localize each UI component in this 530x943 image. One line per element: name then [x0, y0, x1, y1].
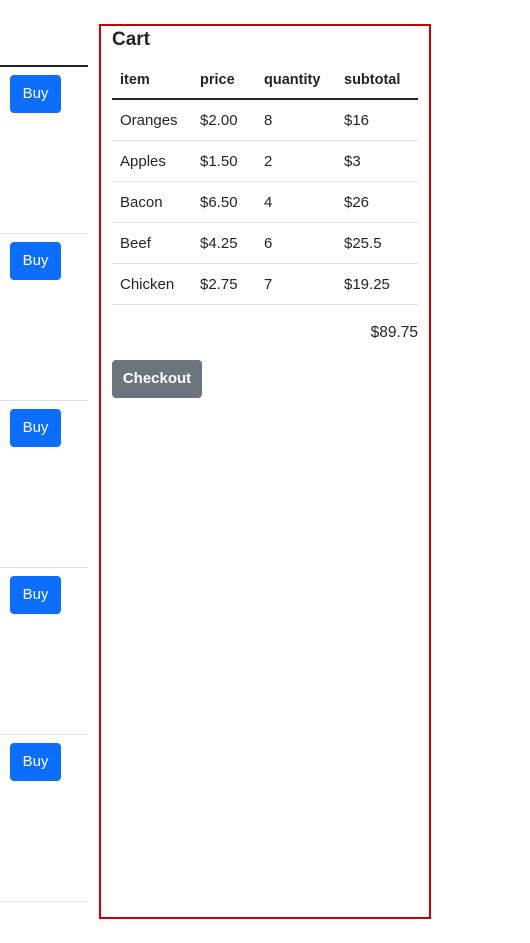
cell-subtotal: $26 [336, 181, 418, 223]
row-divider [0, 734, 88, 735]
table-row: Beef $4.25 6 $25.5 [112, 222, 418, 264]
column-header-price: price [192, 62, 256, 100]
cart-total: $89.75 [370, 324, 418, 341]
cell-price: $4.25 [192, 222, 256, 264]
cart-table: item price quantity subtotal Oranges $2.… [112, 62, 418, 305]
column-header-subtotal: subtotal [336, 62, 418, 100]
buy-button[interactable]: Buy [10, 743, 61, 781]
cell-price: $2.00 [192, 99, 256, 141]
table-row: Chicken $2.75 7 $19.25 [112, 263, 418, 305]
column-header-item: item [112, 62, 192, 100]
checkout-button[interactable]: Checkout [112, 360, 202, 398]
cell-subtotal: $3 [336, 140, 418, 182]
table-row: Oranges $2.00 8 $16 [112, 99, 418, 141]
row-divider [0, 400, 88, 401]
buy-button[interactable]: Buy [10, 75, 61, 113]
table-top-rule [0, 65, 88, 67]
table-row: Apples $1.50 2 $3 [112, 140, 418, 182]
cell-item: Beef [112, 222, 192, 264]
buy-button[interactable]: Buy [10, 242, 61, 280]
cell-quantity: 4 [256, 181, 336, 223]
cell-price: $2.75 [192, 263, 256, 305]
cell-subtotal: $16 [336, 99, 418, 141]
cell-quantity: 6 [256, 222, 336, 264]
cell-item: Bacon [112, 181, 192, 223]
cart-title: Cart [112, 29, 151, 50]
buy-button[interactable]: Buy [10, 409, 61, 447]
cell-item: Apples [112, 140, 192, 182]
cell-quantity: 8 [256, 99, 336, 141]
cell-quantity: 2 [256, 140, 336, 182]
cell-item: Chicken [112, 263, 192, 305]
row-divider [0, 567, 88, 568]
column-header-quantity: quantity [256, 62, 336, 100]
cell-price: $6.50 [192, 181, 256, 223]
cell-price: $1.50 [192, 140, 256, 182]
cell-subtotal: $25.5 [336, 222, 418, 264]
buy-button[interactable]: Buy [10, 576, 61, 614]
table-row: Bacon $6.50 4 $26 [112, 181, 418, 223]
row-divider [0, 901, 88, 902]
cell-subtotal: $19.25 [336, 263, 418, 305]
product-list: Buy Buy Buy Buy Buy [0, 0, 88, 943]
cart-panel: Cart item price quantity subtotal Orange… [99, 24, 431, 919]
cell-item: Oranges [112, 99, 192, 141]
cell-quantity: 7 [256, 263, 336, 305]
cart-header-row: item price quantity subtotal [112, 62, 418, 100]
row-divider [0, 233, 88, 234]
